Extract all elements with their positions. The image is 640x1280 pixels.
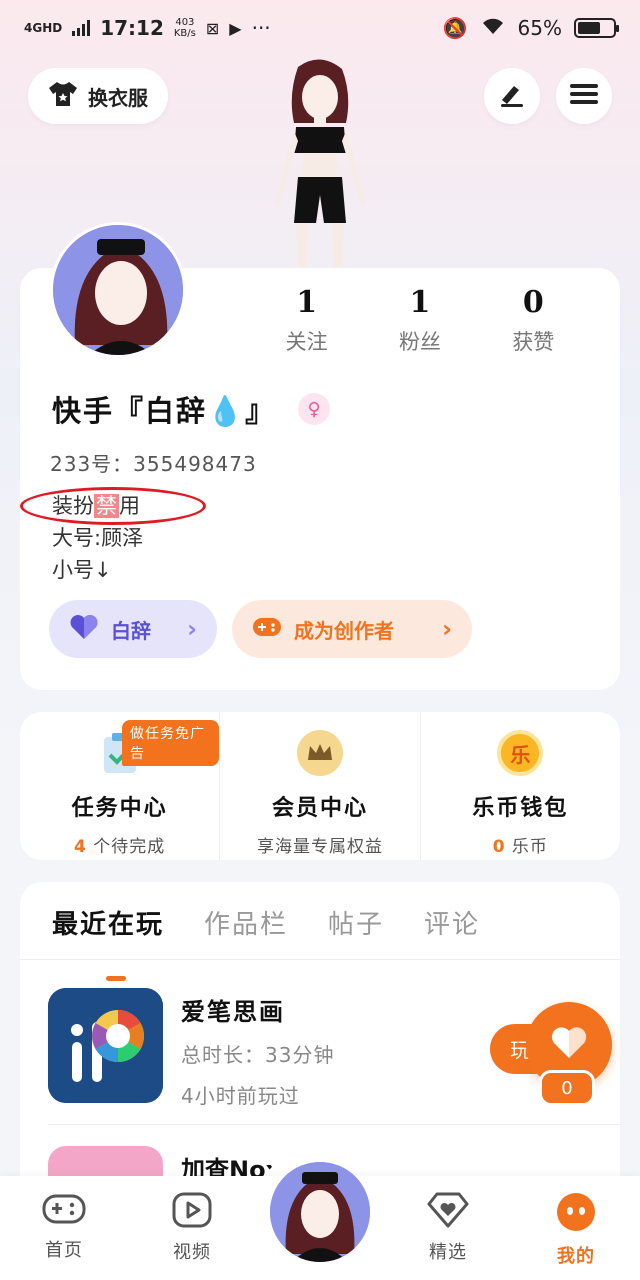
red-circle-annotation bbox=[20, 487, 206, 525]
nav-video-label: 视频 bbox=[173, 1242, 211, 1263]
heart-icon bbox=[550, 1026, 588, 1064]
tab-posts[interactable]: 帖子 bbox=[328, 904, 384, 959]
user-tag-label: 白辞 bbox=[111, 618, 151, 643]
coin-wallet-title: 乐币钱包 bbox=[472, 796, 569, 821]
stat-followers[interactable]: 1 粉丝 bbox=[363, 285, 476, 356]
battery-percent: 65% bbox=[517, 16, 562, 40]
user-tag-button[interactable]: 白辞 › bbox=[49, 600, 217, 658]
nfc-icon: ⊠ bbox=[205, 18, 220, 38]
avatar-character-figure[interactable] bbox=[250, 55, 390, 270]
name-row: 快手『白辞💧』 ♀ bbox=[52, 388, 331, 430]
signal-icon bbox=[72, 20, 91, 36]
likes-count: 0 bbox=[522, 285, 544, 320]
gamepad-icon bbox=[252, 615, 282, 644]
menu-button[interactable] bbox=[556, 68, 612, 124]
coin-wallet[interactable]: 乐 乐币钱包 0 乐币 bbox=[419, 712, 620, 860]
followers-count: 1 bbox=[409, 285, 431, 320]
game-name: 爱笔思画 bbox=[181, 998, 285, 1026]
network-type: 4GHD bbox=[24, 21, 63, 35]
nav-avatar[interactable] bbox=[270, 1162, 370, 1262]
task-center-sub: 4 个待完成 bbox=[74, 837, 166, 857]
wifi-icon bbox=[480, 16, 506, 41]
crown-icon bbox=[296, 730, 343, 776]
nav-home[interactable]: 首页 bbox=[0, 1176, 128, 1280]
heart-icon bbox=[69, 614, 99, 645]
become-creator-label: 成为创作者 bbox=[294, 618, 394, 643]
divider bbox=[48, 1124, 620, 1125]
user-id[interactable]: 233号：355498473 bbox=[50, 448, 257, 477]
pen-icon bbox=[498, 80, 526, 112]
clock: 17:12 bbox=[100, 16, 164, 40]
gender-female-icon: ♀ bbox=[298, 393, 331, 425]
net-speed: 403 KB/s bbox=[173, 17, 196, 39]
more-indicator: ··· bbox=[251, 16, 271, 40]
change-outfit-label: 换衣服 bbox=[88, 85, 148, 110]
coin-icon: 乐 bbox=[497, 730, 544, 776]
avatar[interactable] bbox=[50, 222, 186, 358]
fab-count-badge: 0 bbox=[539, 1070, 595, 1106]
battery-icon bbox=[574, 18, 619, 38]
video-icon: ▶ bbox=[229, 18, 242, 38]
coin-wallet-sub: 0 乐币 bbox=[492, 837, 548, 857]
nav-home-label: 首页 bbox=[45, 1240, 83, 1261]
video-play-icon bbox=[172, 1192, 212, 1232]
chevron-right-icon: › bbox=[442, 615, 452, 643]
tab-works[interactable]: 作品栏 bbox=[204, 904, 288, 959]
become-creator-button[interactable]: 成为创作者 › bbox=[232, 600, 472, 658]
nav-featured-label: 精选 bbox=[429, 1242, 467, 1263]
ibispaint-app-icon bbox=[48, 988, 163, 1103]
gamepad-icon bbox=[42, 1192, 86, 1230]
task-center-title: 任务中心 bbox=[71, 796, 168, 821]
nav-me[interactable]: 我的 bbox=[512, 1176, 640, 1280]
stat-following[interactable]: 1 关注 bbox=[250, 285, 363, 356]
following-label: 关注 bbox=[285, 330, 328, 354]
menu-icon bbox=[570, 82, 598, 110]
profile-tabs: 最近在玩 作品栏 帖子 评论 bbox=[20, 882, 620, 981]
bio-line-2: 大号:顾泽 bbox=[52, 526, 144, 550]
member-center-title: 会员中心 bbox=[271, 796, 368, 821]
nav-video[interactable]: 视频 bbox=[128, 1176, 256, 1280]
task-ad-free-badge: 做任务免广告 bbox=[122, 720, 220, 766]
chevron-right-icon: › bbox=[187, 615, 197, 643]
stats-row: 1 关注 1 粉丝 0 获赞 bbox=[250, 285, 590, 356]
task-center[interactable]: 做任务免广告 任务中心 4 个待完成 bbox=[20, 712, 220, 860]
mute-icon: 🔕 bbox=[442, 16, 468, 40]
stat-likes[interactable]: 0 获赞 bbox=[477, 285, 590, 356]
status-bar: 4GHD 17:12 403 KB/s ⊠ ▶ ··· 🔕 65% bbox=[0, 0, 640, 56]
services-card: 做任务免广告 任务中心 4 个待完成 会员中心 享海量专属权益 乐 乐币钱包 0… bbox=[20, 712, 620, 860]
likes-label: 获赞 bbox=[512, 330, 555, 354]
bio-line-3: 小号↓ bbox=[52, 558, 112, 582]
edit-button[interactable] bbox=[484, 68, 540, 124]
nav-featured[interactable]: 精选 bbox=[384, 1176, 512, 1280]
change-outfit-button[interactable]: 换衣服 bbox=[28, 68, 168, 124]
following-count: 1 bbox=[296, 285, 318, 320]
member-center-sub: 享海量专属权益 bbox=[256, 837, 383, 857]
tab-comments[interactable]: 评论 bbox=[424, 904, 480, 959]
member-center[interactable]: 会员中心 享海量专属权益 bbox=[219, 712, 419, 860]
shirt-icon bbox=[48, 81, 78, 112]
game-duration: 总时长：33分钟 bbox=[181, 1043, 335, 1067]
game-last-played: 4小时前玩过 bbox=[181, 1084, 300, 1108]
heart-diamond-icon bbox=[427, 1192, 469, 1232]
game-info: 爱笔思画 总时长：33分钟 4小时前玩过 bbox=[181, 988, 334, 1109]
nav-me-label: 我的 bbox=[557, 1246, 595, 1267]
face-icon bbox=[556, 1192, 596, 1236]
game-item[interactable]: 爱笔思画 总时长：33分钟 4小时前玩过 bbox=[48, 988, 334, 1109]
tab-recently-played[interactable]: 最近在玩 bbox=[52, 904, 164, 981]
followers-label: 粉丝 bbox=[398, 330, 441, 354]
username: 快手『白辞💧』 bbox=[52, 394, 277, 428]
